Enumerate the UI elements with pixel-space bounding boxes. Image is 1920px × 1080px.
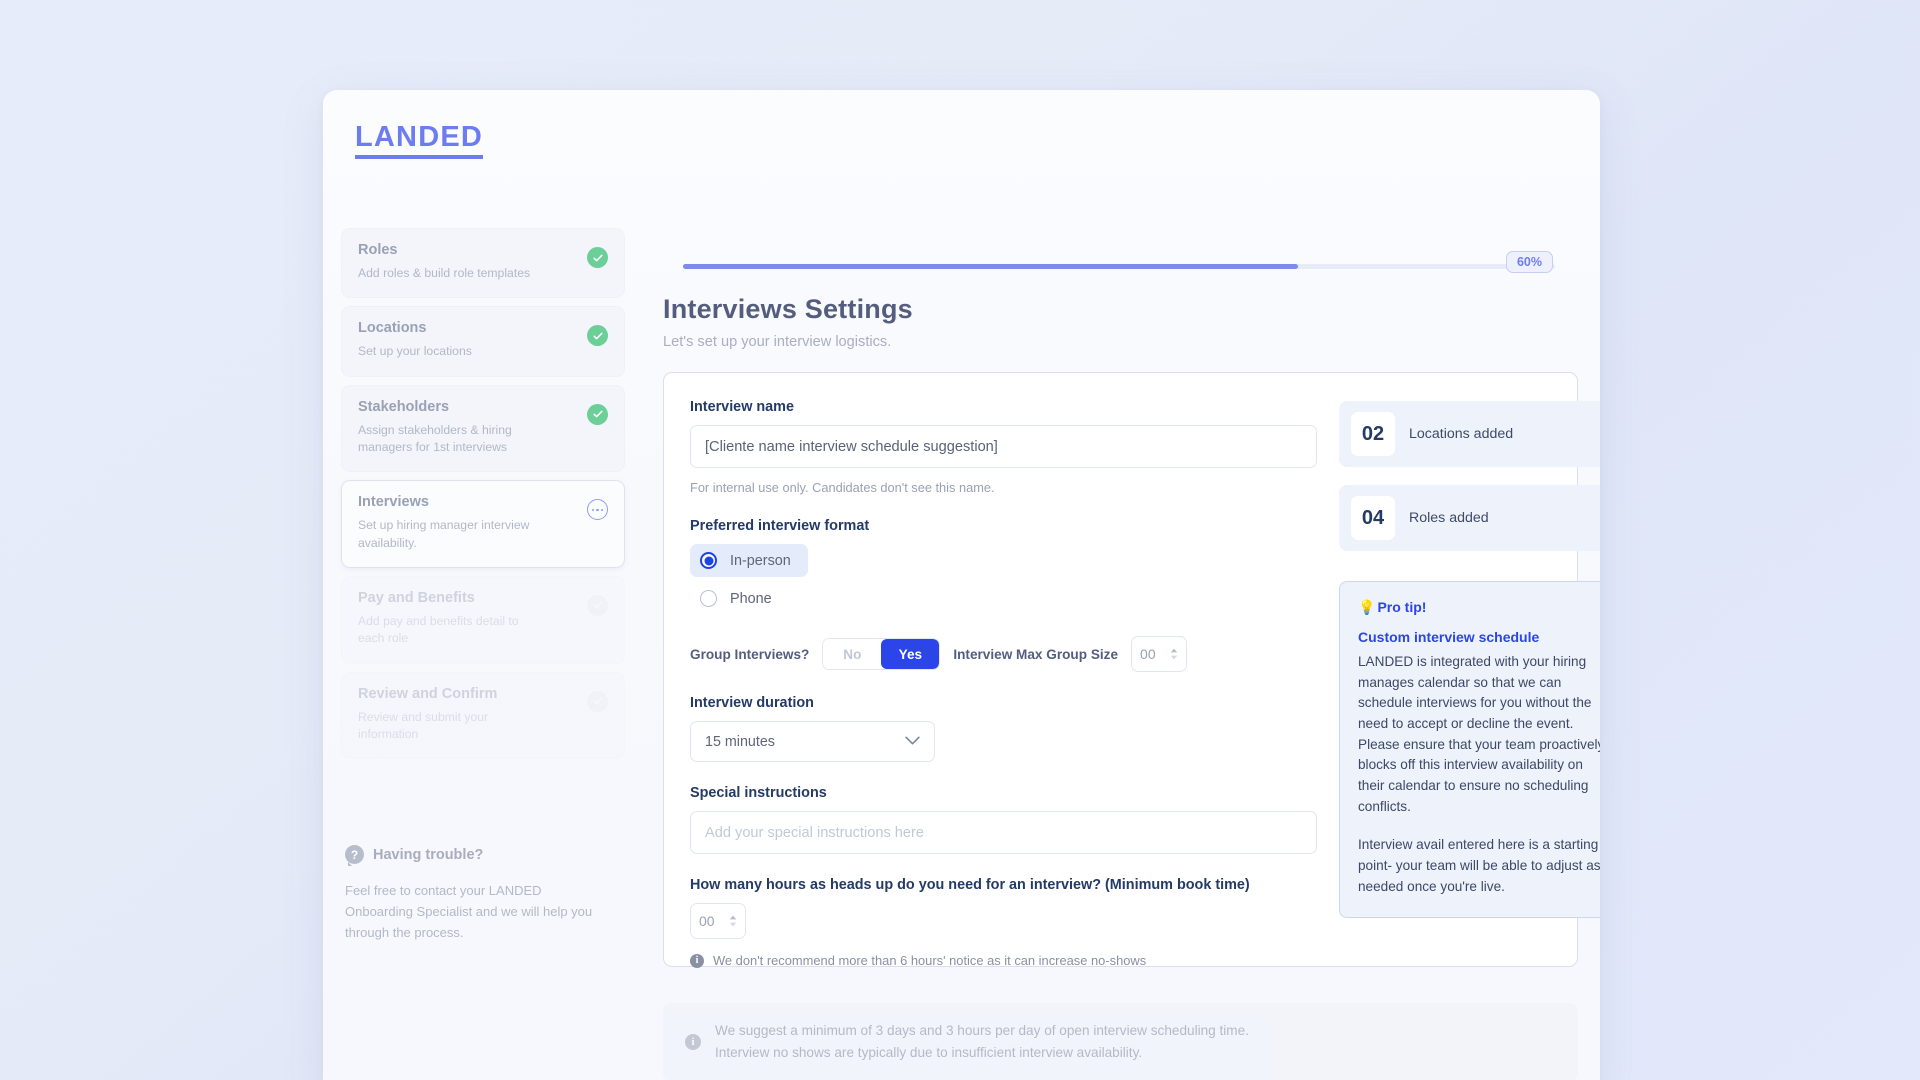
stat-count: 04 (1351, 496, 1395, 540)
group-interviews-label: Group Interviews? (690, 646, 810, 662)
pro-tip-card: 💡 Pro tip! Custom interview schedule LAND… (1339, 581, 1600, 919)
max-group-size-stepper[interactable]: 00 (1131, 636, 1188, 672)
radio-icon-unselected (700, 590, 717, 607)
help-title: Having trouble? (373, 846, 484, 863)
banner-text: We suggest a minimum of 3 days and 3 hou… (715, 1020, 1249, 1064)
interview-name-hint: For internal use only. Candidates don't … (690, 480, 995, 495)
page-title: Interviews Settings (663, 294, 913, 324)
sidebar-item-roles[interactable]: Roles Add roles & build role templates (341, 228, 625, 299)
pro-tip-paragraph-1: LANDED is integrated with your hiring ma… (1358, 654, 1600, 814)
help-section: ? Having trouble? Feel free to contact y… (341, 845, 625, 943)
interview-settings-panel: Interview name For internal use only. Ca… (663, 372, 1600, 968)
brand-logo[interactable]: LANDED (355, 122, 484, 160)
sidebar-item-title: Pay and Benefits (358, 589, 475, 606)
toggle-option-yes[interactable]: Yes (881, 639, 940, 669)
check-circle-icon (587, 325, 608, 347)
summary-column: 02 Locations added 04 Roles added 💡 Pro t… (1339, 399, 1600, 936)
sidebar-item-stakeholders[interactable]: Stakeholders Assign stakeholders & hirin… (341, 384, 625, 473)
sidebar-item-title: Review and Confirm (358, 685, 498, 702)
heads-up-section: How many hours as heads up do you need f… (690, 877, 1317, 968)
progress-percent-label: 60% (1505, 251, 1553, 273)
page-subtitle: Let's set up your interview logistics. (663, 334, 892, 350)
banner-line-1: We suggest a minimum of 3 days and 3 hou… (715, 1023, 1249, 1038)
help-heading-row: ? Having trouble? (345, 845, 621, 867)
availability-section: i We suggest a minimum of 3 days and 3 h… (663, 1003, 1578, 1080)
duration-select[interactable]: 15 minutes (690, 721, 935, 762)
brand-header: LANDED (339, 112, 499, 169)
interview-name-label: Interview name (690, 399, 794, 415)
special-instructions-input[interactable] (690, 811, 1317, 854)
sidebar-item-subtitle: Set up hiring manager interview availabi… (358, 518, 530, 550)
max-group-size-value: 00 (1140, 646, 1156, 662)
sidebar-item-review-and-confirm[interactable]: Review and Confirm Review and submit you… (341, 671, 625, 760)
sidebar-item-title: Locations (358, 320, 427, 337)
scheduling-suggestion-banner: i We suggest a minimum of 3 days and 3 h… (663, 1003, 1578, 1080)
sidebar-item-subtitle: Assign stakeholders & hiring managers fo… (358, 422, 512, 454)
progress-fill (683, 264, 1298, 269)
sidebar-item-subtitle: Set up your locations (358, 344, 472, 359)
info-icon: i (685, 1033, 701, 1050)
heads-up-note-text: We don't recommend more than 6 hours' no… (713, 953, 1147, 968)
heads-up-label: How many hours as heads up do you need f… (690, 877, 1250, 893)
sidebar-item-subtitle: Add roles & build role templates (358, 266, 531, 280)
format-label: Preferred interview format (690, 518, 870, 534)
sidebar-item-pay-and-benefits[interactable]: Pay and Benefits Add pay and benefits de… (341, 575, 625, 664)
ellipsis-circle-icon (587, 499, 608, 521)
help-text: Feel free to contact your LANDED Onboard… (345, 883, 593, 941)
radio-icon-selected (700, 552, 717, 569)
pro-tip-paragraph-2: Interview avail entered here is a starti… (1358, 837, 1600, 894)
radio-option-phone[interactable]: Phone (690, 582, 808, 615)
check-circle-muted-icon (587, 594, 608, 616)
duration-label: Interview duration (690, 695, 814, 711)
stat-card-locations: 02 Locations added (1339, 401, 1600, 467)
sidebar-item-title: Roles (358, 242, 398, 258)
banner-line-2: Interview no shows are typically due to … (715, 1044, 1143, 1060)
page-header: Interviews Settings Let's set up your in… (663, 294, 1600, 350)
lightbulb-icon: 💡 (1358, 599, 1376, 615)
stat-label: Roles added (1409, 510, 1489, 526)
sidebar-item-locations[interactable]: Locations Set up your locations (341, 306, 625, 377)
check-circle-muted-icon (587, 690, 608, 712)
sidebar-item-title: Interviews (358, 494, 429, 511)
group-interviews-toggle[interactable]: No Yes (822, 638, 941, 670)
radio-label: Phone (730, 590, 772, 607)
info-icon: i (690, 953, 704, 968)
sidebar-item-title: Stakeholders (358, 398, 450, 415)
progress-bar: 60% (663, 251, 1555, 274)
format-section: Preferred interview format In-person Pho… (690, 518, 1317, 615)
check-circle-icon (587, 403, 608, 425)
stat-count: 02 (1351, 412, 1395, 456)
sidebar-item-subtitle: Review and submit your information (358, 709, 489, 741)
stat-card-roles: 04 Roles added (1339, 485, 1600, 551)
check-circle-icon (587, 247, 608, 268)
radio-option-in-person[interactable]: In-person (690, 544, 808, 577)
stat-label: Locations added (1409, 426, 1514, 442)
duration-value: 15 minutes (705, 733, 775, 750)
interview-name-input[interactable] (690, 425, 1317, 468)
heads-up-note: i We don't recommend more than 6 hours' … (690, 953, 1317, 968)
chevron-down-icon (904, 734, 921, 750)
sidebar: Roles Add roles & build role templates L… (323, 188, 643, 1080)
spinner-arrows-icon[interactable] (1170, 648, 1178, 660)
pro-tip-subheading: Custom interview schedule (1358, 629, 1540, 645)
toggle-option-no[interactable]: No (823, 639, 882, 669)
pro-tip-heading-text: Pro tip! (1377, 599, 1427, 615)
pro-tip-heading: 💡 Pro tip! (1358, 599, 1600, 616)
max-group-size-label: Interview Max Group Size (953, 646, 1119, 662)
special-instructions-section: Special instructions (690, 785, 1317, 854)
heads-up-stepper[interactable]: 00 (690, 903, 746, 939)
special-instructions-label: Special instructions (690, 785, 827, 801)
question-bubble-icon: ? (345, 845, 364, 867)
radio-label: In-person (730, 552, 791, 569)
form-column: Interview name For internal use only. Ca… (690, 399, 1317, 968)
group-interviews-row: Group Interviews? No Yes Interview Max G… (690, 636, 1317, 672)
sidebar-item-interviews[interactable]: Interviews Set up hiring manager intervi… (341, 480, 625, 568)
spinner-arrows-icon[interactable] (729, 915, 737, 927)
sidebar-item-subtitle: Add pay and benefits detail to each role (358, 613, 519, 646)
main-content: 60% Interviews Settings Let's set up you… (643, 188, 1600, 1080)
heads-up-value: 00 (699, 913, 715, 929)
duration-section: Interview duration 15 minutes (690, 695, 1317, 762)
app-card: LANDED Roles Add roles & build role temp… (323, 90, 1600, 1080)
